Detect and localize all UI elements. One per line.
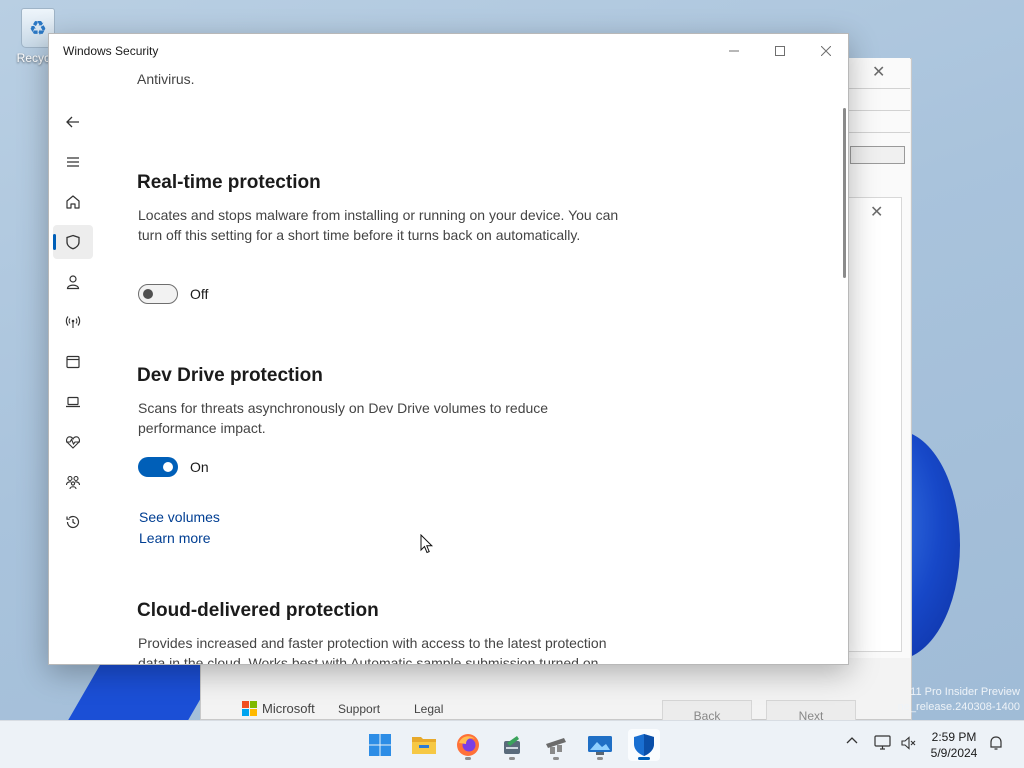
- learn-more-link[interactable]: Learn more: [139, 530, 211, 546]
- sidebar-item-device-performance[interactable]: [53, 425, 93, 459]
- close-button[interactable]: [803, 34, 848, 67]
- active-indicator: [638, 757, 650, 760]
- back-arrow-icon: [66, 116, 79, 128]
- start-icon: [369, 734, 391, 756]
- legal-link[interactable]: Legal: [414, 702, 443, 716]
- minimize-button[interactable]: [711, 34, 757, 67]
- sidebar-item-settings[interactable]: [53, 657, 93, 664]
- setup-close-icon[interactable]: ✕: [872, 62, 885, 81]
- toggle-knob: [163, 462, 173, 472]
- navigation-sidebar: [49, 67, 97, 664]
- windows-security-window: Windows Security Antivirus. Real-time pr…: [48, 33, 849, 665]
- chevron-up-icon[interactable]: [846, 735, 858, 747]
- notification-bell-icon[interactable]: [989, 735, 1003, 751]
- cloud-protection-description: Provides increased and faster protection…: [138, 635, 607, 665]
- app-icon-1: [504, 736, 520, 754]
- hamburger-icon: [67, 157, 79, 167]
- selection-indicator: [53, 234, 56, 250]
- realtime-protection-toggle[interactable]: [138, 284, 178, 304]
- dev-drive-protection-state: On: [190, 459, 209, 475]
- back-button[interactable]: [53, 105, 93, 139]
- menu-button[interactable]: [53, 145, 93, 179]
- volume-muted-icon[interactable]: [900, 735, 916, 751]
- sidebar-item-protection-history[interactable]: [53, 505, 93, 539]
- settings-content: Antivirus. Real-time protection Locates …: [97, 67, 848, 665]
- clock-date: 5/9/2024: [930, 746, 978, 760]
- taskbar-app-2[interactable]: [540, 729, 572, 761]
- app-icon-3: [588, 736, 612, 755]
- person-icon: [66, 275, 80, 290]
- maximize-icon: [775, 45, 785, 56]
- family-icon: [65, 475, 81, 490]
- title-bar[interactable]: Windows Security: [49, 34, 848, 67]
- network-icon[interactable]: [874, 735, 892, 751]
- watermark-line-1: 11 Pro Insider Preview: [910, 686, 1020, 698]
- system-clock[interactable]: 2:59 PM 5/9/2024: [922, 729, 986, 761]
- sidebar-item-app-browser-control[interactable]: [53, 345, 93, 379]
- next-button[interactable]: Next: [766, 700, 856, 723]
- dev-drive-protection-description: Scans for threats asynchronously on Dev …: [138, 400, 549, 436]
- app-icon-2: [546, 738, 566, 754]
- clock-time: 2:59 PM: [931, 730, 977, 744]
- setup-field: [850, 146, 905, 164]
- taskbar-app-3[interactable]: [584, 729, 616, 761]
- inner-dialog-close-icon[interactable]: ✕: [870, 202, 883, 221]
- running-indicator: [597, 757, 603, 760]
- firefox-icon: [457, 734, 479, 756]
- sidebar-item-virus-protection[interactable]: [53, 225, 93, 259]
- file-explorer-icon: [412, 737, 436, 754]
- running-indicator: [509, 757, 515, 760]
- sidebar-item-firewall[interactable]: [53, 305, 93, 339]
- taskbar: 2:59 PM 5/9/2024: [0, 720, 1024, 768]
- setup-divider: [848, 110, 910, 111]
- setup-footer: Microsoft Support Legal Back Next: [200, 690, 900, 723]
- scrollbar-thumb[interactable]: [843, 108, 846, 278]
- dev-drive-protection-toggle[interactable]: [138, 457, 178, 477]
- running-indicator: [465, 757, 471, 760]
- app-window-icon: [66, 355, 80, 369]
- setup-inner-dialog: [848, 197, 902, 652]
- dev-drive-protection-title: Dev Drive protection: [137, 365, 323, 386]
- history-icon: [66, 515, 80, 529]
- maximize-button[interactable]: [757, 34, 803, 67]
- sidebar-item-account-protection[interactable]: [53, 265, 93, 299]
- realtime-protection-state: Off: [190, 286, 209, 302]
- home-icon: [66, 195, 80, 209]
- microsoft-logo-icon: [242, 701, 257, 716]
- setup-divider: [848, 132, 910, 133]
- start-button[interactable]: [364, 729, 396, 761]
- minimize-icon: [729, 50, 739, 51]
- sidebar-item-family-options[interactable]: [53, 465, 93, 499]
- running-indicator: [553, 757, 559, 760]
- heart-pulse-icon: [66, 436, 80, 449]
- mouse-cursor-icon: [420, 533, 434, 559]
- realtime-protection-description: Locates and stops malware from installin…: [138, 207, 619, 243]
- wifi-antenna-icon: [65, 316, 81, 328]
- windows-security-taskbar-button[interactable]: [628, 729, 660, 761]
- microsoft-brand: Microsoft: [262, 701, 315, 716]
- see-volumes-link[interactable]: See volumes: [139, 509, 220, 525]
- sidebar-item-device-security[interactable]: [53, 385, 93, 419]
- realtime-protection-title: Real-time protection: [137, 172, 321, 193]
- close-icon: [821, 45, 831, 56]
- sidebar-item-home[interactable]: [53, 185, 93, 219]
- laptop-icon: [66, 396, 80, 408]
- window-title: Windows Security: [63, 44, 159, 58]
- support-link[interactable]: Support: [338, 702, 380, 716]
- windows-security-icon: [634, 734, 654, 756]
- cloud-protection-title: Cloud-delivered protection: [137, 600, 379, 621]
- taskbar-app-1[interactable]: [496, 729, 528, 761]
- back-button[interactable]: Back: [662, 700, 752, 723]
- firefox-button[interactable]: [452, 729, 484, 761]
- shield-icon: [66, 234, 80, 250]
- file-explorer-button[interactable]: [408, 729, 440, 761]
- toggle-knob: [143, 289, 153, 299]
- previous-section-text: Antivirus.: [137, 71, 195, 87]
- watermark-line-2: ne_release.240308-1400: [897, 701, 1020, 713]
- setup-divider: [848, 88, 910, 89]
